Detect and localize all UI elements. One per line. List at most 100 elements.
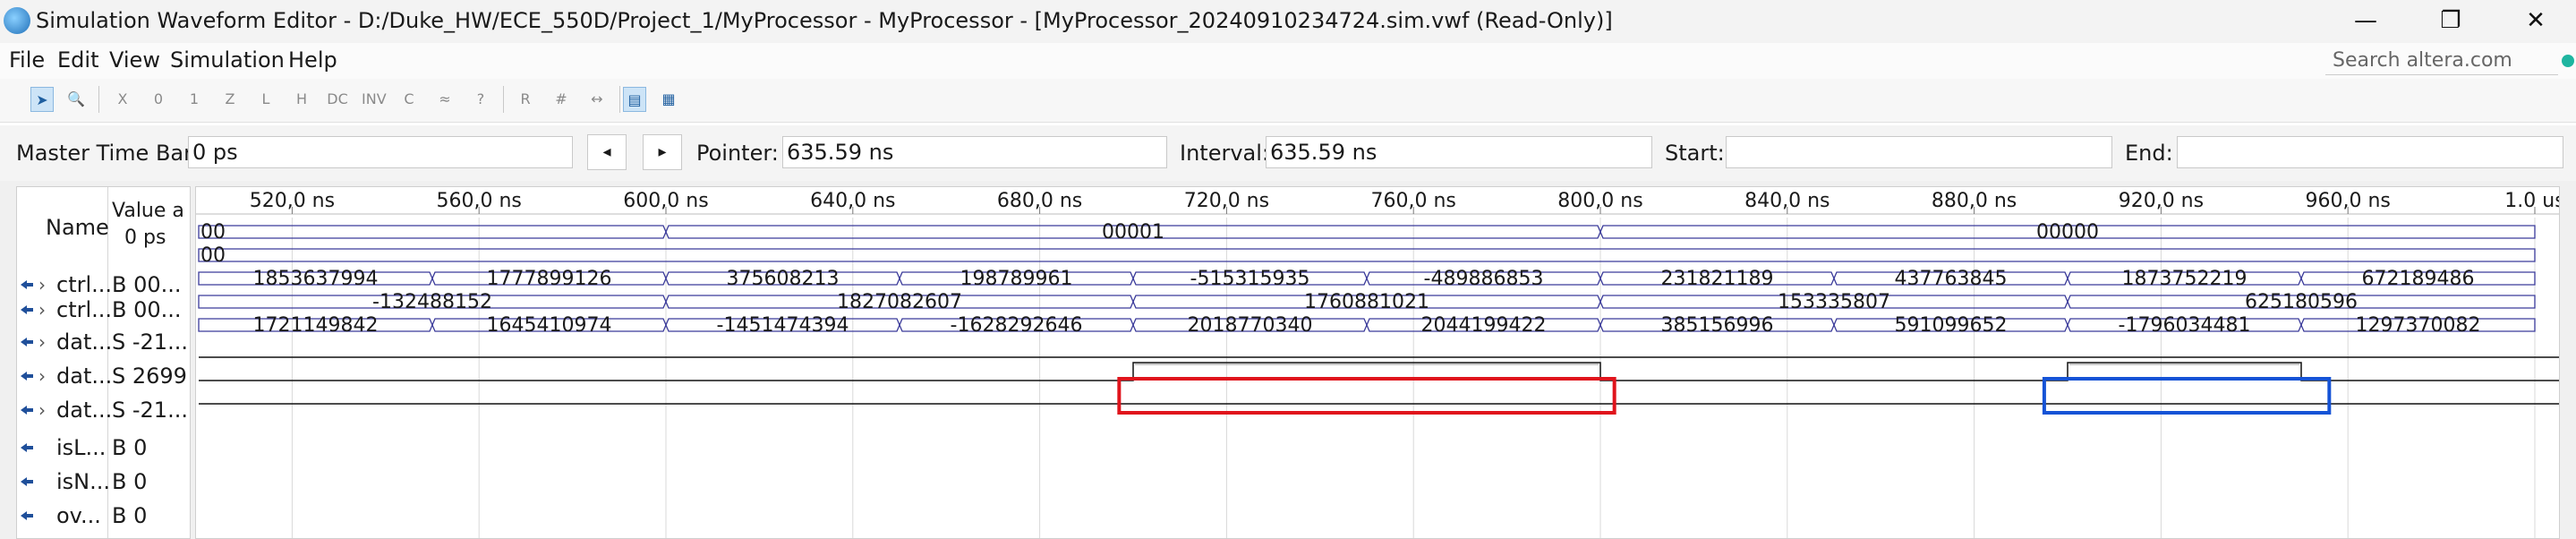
- reverse-icon[interactable]: ↔: [585, 87, 609, 112]
- signal-value: B 0: [112, 503, 148, 528]
- waveform-editor: Name Value a 0 ps › ctrl... B 00... › ct…: [0, 181, 2576, 539]
- minimize-button[interactable]: —: [2325, 0, 2406, 41]
- random-value-icon[interactable]: R: [514, 87, 537, 112]
- bus-value-label: 385156996: [1661, 314, 1774, 337]
- ruler-tick-label: 600,0 ns: [623, 190, 708, 212]
- output-pin-icon: [21, 477, 33, 486]
- menu-simulation[interactable]: Simulation: [170, 47, 285, 73]
- menu-view[interactable]: View: [109, 47, 160, 73]
- end-field[interactable]: [2177, 136, 2563, 168]
- bus-value-label: 2018770340: [1188, 314, 1313, 337]
- pointer-field: 635.59 ns: [782, 136, 1167, 168]
- invert-icon[interactable]: INV: [362, 87, 387, 112]
- status-indicator-icon: [2562, 55, 2574, 67]
- signal-name: isL...: [56, 435, 107, 460]
- expand-chevron-icon[interactable]: ›: [38, 296, 46, 323]
- zoom-tool-icon[interactable]: 🔍: [64, 87, 88, 112]
- expand-chevron-icon[interactable]: ›: [38, 363, 46, 389]
- ruler-tick-label: 520,0 ns: [250, 190, 335, 212]
- master-time-bar-field[interactable]: 0 ps: [188, 136, 573, 168]
- toolbar-separator: [503, 86, 504, 113]
- bus-segment: [198, 248, 2536, 262]
- signal-value: S -21...: [112, 398, 188, 423]
- force-weak-high-icon[interactable]: H: [290, 87, 313, 112]
- selection-tool-icon[interactable]: ➤: [30, 87, 54, 112]
- restore-button[interactable]: ❐: [2410, 0, 2491, 41]
- signal-name: dat...: [56, 364, 113, 389]
- signal-row[interactable]: › dat... S -21...: [17, 397, 191, 425]
- expand-chevron-icon[interactable]: ›: [38, 271, 46, 298]
- force-high-impedance-icon[interactable]: Z: [218, 87, 242, 112]
- signal-row[interactable]: › dat... S 2699: [17, 363, 191, 391]
- force-unknown-icon[interactable]: X: [111, 87, 134, 112]
- close-button[interactable]: ✕: [2495, 0, 2576, 41]
- bus-value-label: 672189486: [2362, 268, 2475, 290]
- arbitrary-value-icon[interactable]: ?: [469, 87, 492, 112]
- ruler-tick-label: 840,0 ns: [1744, 190, 1830, 212]
- bus-value-label: 00001: [1102, 221, 1164, 244]
- force-dont-care-icon[interactable]: DC: [326, 87, 349, 112]
- blue-highlight-box: [2042, 377, 2332, 415]
- bus-segment: [198, 225, 667, 239]
- signal-row[interactable]: isN... B 0: [17, 468, 191, 497]
- bus-value-label: -1796034481: [2119, 314, 2251, 337]
- bus-value-label: 1777899126: [487, 268, 612, 290]
- time-bar: Master Time Bar: 0 ps ◂ ▸ Pointer: 635.5…: [0, 125, 2576, 181]
- output-pin-icon: [21, 406, 33, 415]
- output-pin-icon: [21, 511, 33, 520]
- interval-label: Interval:: [1180, 141, 1269, 166]
- bus-value-label: 00: [200, 221, 226, 244]
- end-label: End:: [2125, 141, 2173, 166]
- expand-chevron-icon[interactable]: ›: [38, 329, 46, 355]
- interval-field: 635.59 ns: [1266, 136, 1652, 168]
- title-bar: Simulation Waveform Editor - D:/Duke_HW/…: [0, 0, 2576, 43]
- bus-value-label: 198789961: [960, 268, 1073, 290]
- menu-edit[interactable]: Edit: [57, 47, 98, 73]
- output-pin-icon: [21, 338, 33, 346]
- name-column-header[interactable]: Name: [46, 214, 109, 241]
- app-icon: [4, 7, 30, 34]
- clock-icon[interactable]: ≈: [433, 87, 456, 112]
- signal-value: B 0: [112, 435, 148, 460]
- snap-to-grid-icon[interactable]: #: [550, 87, 573, 112]
- ruler-tick-label: 560,0 ns: [437, 190, 522, 212]
- expand-chevron-icon[interactable]: ›: [38, 397, 46, 424]
- window-title: Simulation Waveform Editor - D:/Duke_HW/…: [36, 8, 1613, 33]
- force-high-icon[interactable]: 1: [183, 87, 206, 112]
- bus-value-label: 00000: [2036, 221, 2099, 244]
- count-value-icon[interactable]: C: [397, 87, 421, 112]
- master-time-bar-label: Master Time Bar:: [16, 141, 200, 166]
- signal-list: Name Value a 0 ps › ctrl... B 00... › ct…: [16, 186, 191, 539]
- bus-value-label: 1297370082: [2356, 314, 2481, 337]
- start-field[interactable]: [1726, 136, 2112, 168]
- bus-value-label: 437763845: [1895, 268, 2008, 290]
- ruler-tick-label: 880,0 ns: [1932, 190, 2017, 212]
- timing-simulation-icon[interactable]: ▦: [657, 87, 680, 112]
- vertical-scrollbar[interactable]: [2560, 186, 2576, 539]
- functional-simulation-icon[interactable]: ▤: [623, 87, 646, 112]
- bus-value-label: -1628292646: [951, 314, 1083, 337]
- waveform-area[interactable]: 520,0 ns 560,0 ns 600,0 ns 640,0 ns 680,0 ns…: [195, 186, 2560, 539]
- next-transition-button[interactable]: ▸: [643, 134, 682, 170]
- search-input[interactable]: Search altera.com: [2325, 47, 2558, 75]
- menu-help[interactable]: Help: [288, 47, 337, 73]
- ruler-tick-label: 760,0 ns: [1371, 190, 1456, 212]
- signal-name: isN...: [56, 469, 111, 494]
- force-weak-low-icon[interactable]: L: [254, 87, 277, 112]
- force-low-icon[interactable]: 0: [147, 87, 170, 112]
- bus-value-label: 1873752219: [2122, 268, 2248, 290]
- value-column-header[interactable]: Value a 0 ps: [112, 198, 184, 252]
- menu-file[interactable]: File: [9, 47, 45, 73]
- signal-row[interactable]: › ctrl... B 00...: [17, 296, 191, 325]
- signal-row[interactable]: › dat... S -21...: [17, 329, 191, 357]
- pointer-label: Pointer:: [696, 141, 779, 166]
- signal-row[interactable]: isL... B 0: [17, 434, 191, 463]
- waveform-canvas[interactable]: 520,0 ns 560,0 ns 600,0 ns 640,0 ns 680,0 ns…: [196, 187, 2559, 538]
- bus-value-label: -489886853: [1424, 268, 1544, 290]
- signal-row[interactable]: ov... B 0: [17, 502, 191, 531]
- toolbar: ➤ 🔍 X 0 1 Z L H DC INV C ≈ ? R # ↔ ▤ ▦: [0, 79, 2576, 123]
- previous-transition-button[interactable]: ◂: [587, 134, 627, 170]
- signal-value: B 00...: [112, 272, 182, 297]
- menu-bar: File Edit View Simulation Help Search al…: [0, 43, 2576, 79]
- bus-value-label: 625180596: [2245, 291, 2358, 313]
